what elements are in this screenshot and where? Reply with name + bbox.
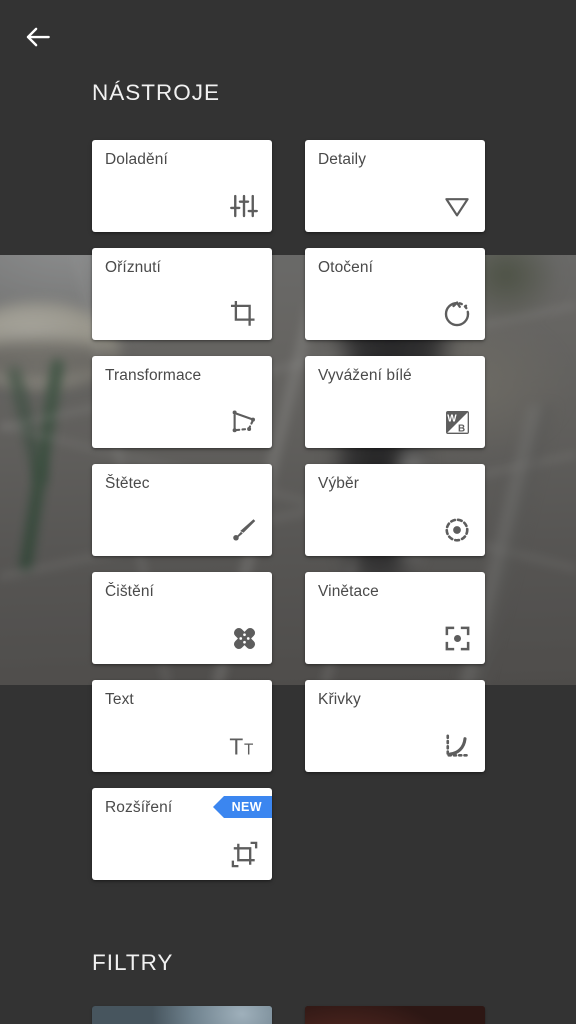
tool-card-detaily[interactable]: Detaily bbox=[305, 140, 485, 232]
svg-text:T: T bbox=[229, 733, 243, 759]
tune-sliders-icon bbox=[227, 189, 261, 223]
filters-section-title: FILTRY bbox=[92, 950, 174, 975]
tool-card-krivky[interactable]: Křivky bbox=[305, 680, 485, 772]
tool-label: Otočení bbox=[318, 259, 373, 276]
tool-label: Čištění bbox=[105, 583, 154, 600]
tool-label: Text bbox=[105, 691, 134, 708]
text-tt-icon: T T bbox=[227, 729, 261, 763]
tool-card-transformace[interactable]: Transformace bbox=[92, 356, 272, 448]
tool-label: Vyvážení bílé bbox=[318, 367, 412, 384]
filter-card-2[interactable]: Vybledlý glamour bbox=[305, 1006, 485, 1024]
tool-card-vyvazeni-bile[interactable]: Vyvážení bílé W B bbox=[305, 356, 485, 448]
tool-label: Křivky bbox=[318, 691, 361, 708]
filter-thumbnail bbox=[92, 1006, 272, 1024]
arrow-left-icon bbox=[23, 22, 53, 52]
tool-card-vyber[interactable]: Výběr bbox=[305, 464, 485, 556]
perspective-nodes-icon bbox=[227, 405, 261, 439]
svg-text:B: B bbox=[458, 423, 465, 434]
tool-card-stetec[interactable]: Štětec bbox=[92, 464, 272, 556]
tools-section-title: NÁSTROJE bbox=[92, 80, 221, 105]
tool-card-otoceni[interactable]: Otočení bbox=[305, 248, 485, 340]
tool-card-vinetace[interactable]: Vinětace bbox=[305, 572, 485, 664]
healing-bandage-icon bbox=[227, 621, 261, 655]
white-balance-wb-icon: W B bbox=[440, 405, 474, 439]
vignette-frame-icon bbox=[440, 621, 474, 655]
filter-card-1[interactable]: Barevný / vybledlý bbox=[92, 1006, 272, 1024]
tool-label: Štětec bbox=[105, 475, 150, 492]
tool-card-doladeni[interactable]: Doladění bbox=[92, 140, 272, 232]
selective-target-icon bbox=[440, 513, 474, 547]
tool-label: Oříznutí bbox=[105, 259, 161, 276]
expand-crop-icon bbox=[227, 837, 261, 871]
filter-thumbnail bbox=[305, 1006, 485, 1024]
tools-screen: NÁSTROJE Doladění Detaily Oříznutí Otoče… bbox=[0, 0, 576, 1024]
tools-grid: Doladění Detaily Oříznutí Otočení Transf… bbox=[92, 140, 485, 880]
tool-card-rozsireni[interactable]: Rozšíření NEW bbox=[92, 788, 272, 880]
tool-label: Transformace bbox=[105, 367, 202, 384]
tool-label: Rozšíření bbox=[105, 799, 173, 816]
back-button[interactable] bbox=[14, 13, 62, 61]
tool-label: Vinětace bbox=[318, 583, 379, 600]
tool-card-cisteni[interactable]: Čištění bbox=[92, 572, 272, 664]
paintbrush-icon bbox=[227, 513, 261, 547]
tool-label: Výběr bbox=[318, 475, 359, 492]
svg-text:W: W bbox=[447, 413, 457, 424]
rotate-clockwise-icon bbox=[440, 297, 474, 331]
crop-icon bbox=[227, 297, 261, 331]
new-badge: NEW bbox=[212, 796, 272, 818]
filters-row: Barevný / vybledlý Vybledlý glamour bbox=[92, 1006, 485, 1024]
tool-label: Doladění bbox=[105, 151, 168, 168]
tool-card-oriznuti[interactable]: Oříznutí bbox=[92, 248, 272, 340]
svg-text:T: T bbox=[244, 741, 254, 758]
curves-icon bbox=[440, 729, 474, 763]
tool-label: Detaily bbox=[318, 151, 367, 168]
triangle-down-icon bbox=[440, 189, 474, 223]
tool-card-text[interactable]: Text T T bbox=[92, 680, 272, 772]
